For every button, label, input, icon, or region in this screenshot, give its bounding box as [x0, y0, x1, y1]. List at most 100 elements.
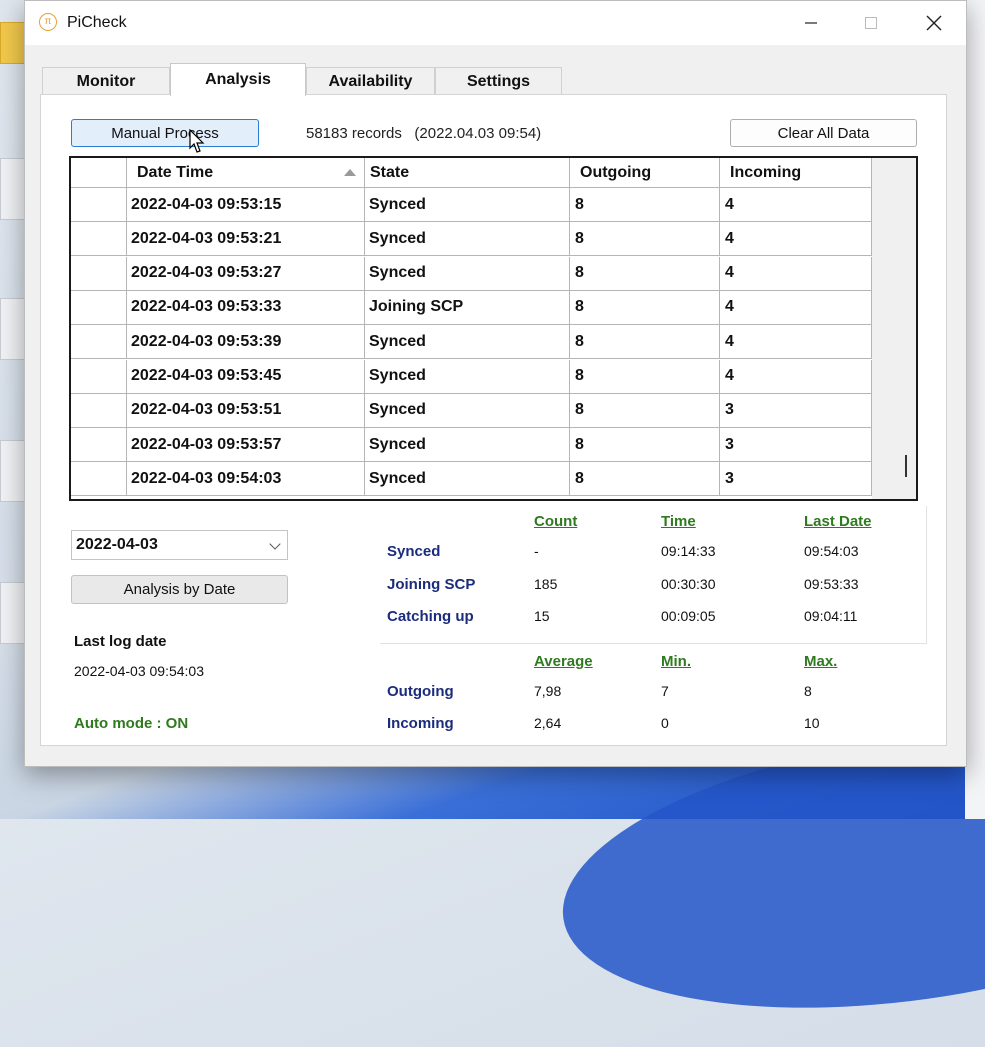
table-cell-outgoing[interactable]: 8 — [570, 256, 720, 291]
table-cell-outgoing[interactable]: 8 — [570, 290, 720, 325]
column-header-state[interactable]: State — [365, 158, 570, 188]
table-cell-datetime[interactable]: 2022-04-03 09:53:45 — [127, 359, 365, 394]
chevron-down-icon — [269, 538, 281, 550]
column-header-outgoing[interactable]: Outgoing — [570, 158, 720, 188]
table-cell-incoming[interactable]: 4 — [720, 256, 872, 291]
table-cell-datetime[interactable]: 2022-04-03 09:53:57 — [127, 428, 365, 463]
table-cell-datetime[interactable]: 2022-04-03 09:53:15 — [127, 188, 365, 222]
analysis-by-date-button[interactable]: Analysis by Date — [71, 575, 288, 604]
table-cell-outgoing[interactable]: 8 — [570, 188, 720, 222]
table-cell-state[interactable]: Synced — [365, 188, 570, 222]
table-cell-datetime[interactable]: 2022-04-03 09:53:33 — [127, 290, 365, 325]
tab-analysis[interactable]: Analysis — [170, 63, 306, 96]
stats-header-time[interactable]: Time — [661, 513, 696, 530]
peers-header-average[interactable]: Average — [534, 653, 593, 670]
catching-up-last-date: 09:04:11 — [804, 608, 858, 624]
date-select-value: 2022-04-03 — [76, 536, 158, 553]
table-cell-datetime[interactable]: 2022-04-03 09:53:51 — [127, 393, 365, 428]
row-header-corner — [71, 158, 127, 188]
maximize-button[interactable] — [841, 1, 901, 45]
table-cell-state[interactable]: Synced — [365, 359, 570, 394]
row-header[interactable] — [71, 188, 127, 222]
table-row[interactable]: 2022-04-03 09:53:57 Synced 8 3 — [71, 428, 872, 463]
title-bar: π PiCheck — [25, 1, 966, 45]
tab-monitor[interactable]: Monitor — [42, 67, 170, 95]
table-cell-state[interactable]: Joining SCP — [365, 290, 570, 325]
desktop-icon-5[interactable] — [0, 582, 26, 644]
row-header[interactable] — [71, 462, 127, 497]
row-header[interactable] — [71, 222, 127, 257]
joining-scp-last-date: 09:53:33 — [804, 576, 859, 592]
date-select[interactable]: 2022-04-03 — [71, 530, 288, 560]
pi-logo-icon: π — [39, 13, 57, 31]
table-cell-datetime[interactable]: 2022-04-03 09:53:27 — [127, 256, 365, 291]
row-header[interactable] — [71, 325, 127, 360]
row-header[interactable] — [71, 290, 127, 325]
table-cell-datetime[interactable]: 2022-04-03 09:53:21 — [127, 222, 365, 257]
column-header-incoming[interactable]: Incoming — [720, 158, 872, 188]
catching-up-time: 00:09:05 — [661, 608, 716, 624]
table-cell-outgoing[interactable]: 8 — [570, 462, 720, 497]
table-cell-incoming[interactable]: 3 — [720, 428, 872, 463]
records-grid[interactable]: Date Time State Outgoing Incoming 2022-0… — [69, 156, 918, 501]
table-cell-incoming[interactable]: 4 — [720, 290, 872, 325]
stats-header-last-date[interactable]: Last Date — [804, 513, 872, 530]
synced-count: - — [534, 543, 539, 559]
peer-name-outgoing: Outgoing — [387, 683, 454, 700]
table-cell-incoming[interactable]: 3 — [720, 462, 872, 497]
desktop-icon-3[interactable] — [0, 298, 26, 360]
table-cell-incoming[interactable]: 4 — [720, 222, 872, 257]
row-header[interactable] — [71, 359, 127, 394]
table-cell-state[interactable]: Synced — [365, 325, 570, 360]
tab-availability[interactable]: Availability — [306, 67, 435, 95]
peers-header-min[interactable]: Min. — [661, 653, 691, 670]
outgoing-min: 7 — [661, 683, 669, 699]
minimize-button[interactable] — [781, 1, 841, 45]
stats-header-count[interactable]: Count — [534, 513, 577, 530]
close-button[interactable] — [904, 1, 964, 45]
table-row[interactable]: 2022-04-03 09:53:15 Synced 8 4 — [71, 188, 872, 222]
table-cell-state[interactable]: Synced — [365, 256, 570, 291]
incoming-average: 2,64 — [534, 715, 562, 731]
table-row[interactable]: 2022-04-03 09:53:33 Joining SCP 8 4 — [71, 290, 872, 325]
incoming-max: 10 — [804, 715, 820, 731]
table-cell-outgoing[interactable]: 8 — [570, 325, 720, 360]
table-cell-incoming[interactable]: 3 — [720, 393, 872, 428]
catching-up-count: 15 — [534, 608, 550, 624]
row-header[interactable] — [71, 428, 127, 463]
row-header[interactable] — [71, 393, 127, 428]
table-cell-outgoing[interactable]: 8 — [570, 359, 720, 394]
table-cell-incoming[interactable]: 4 — [720, 188, 872, 222]
table-row[interactable]: 2022-04-03 09:53:39 Synced 8 4 — [71, 325, 872, 360]
clear-all-data-button[interactable]: Clear All Data — [730, 119, 917, 147]
table-cell-outgoing[interactable]: 8 — [570, 222, 720, 257]
table-cell-state[interactable]: Synced — [365, 428, 570, 463]
table-row[interactable]: 2022-04-03 09:53:45 Synced 8 4 — [71, 359, 872, 394]
grid-header-row: Date Time State Outgoing Incoming — [71, 158, 872, 192]
table-row[interactable]: 2022-04-03 09:53:51 Synced 8 3 — [71, 393, 872, 428]
table-cell-incoming[interactable]: 4 — [720, 359, 872, 394]
table-cell-outgoing[interactable]: 8 — [570, 428, 720, 463]
scrollbar-thumb[interactable] — [905, 455, 907, 477]
table-row[interactable]: 2022-04-03 09:54:03 Synced 8 3 — [71, 462, 872, 497]
table-cell-state[interactable]: Synced — [365, 222, 570, 257]
peer-name-incoming: Incoming — [387, 715, 454, 732]
grid-vertical-scrollbar[interactable] — [872, 158, 916, 499]
row-header[interactable] — [71, 256, 127, 291]
desktop-icon-1[interactable] — [0, 22, 26, 64]
desktop-icon-4[interactable] — [0, 440, 26, 502]
column-header-datetime[interactable]: Date Time — [127, 158, 365, 188]
table-row[interactable]: 2022-04-03 09:53:21 Synced 8 4 — [71, 222, 872, 257]
peers-header-max[interactable]: Max. — [804, 653, 837, 670]
table-cell-state[interactable]: Synced — [365, 462, 570, 497]
table-cell-datetime[interactable]: 2022-04-03 09:54:03 — [127, 462, 365, 497]
last-log-date-label: Last log date — [74, 633, 167, 650]
manual-process-button[interactable]: Manual Process — [71, 119, 259, 147]
table-cell-datetime[interactable]: 2022-04-03 09:53:39 — [127, 325, 365, 360]
table-cell-incoming[interactable]: 4 — [720, 325, 872, 360]
desktop-icon-2[interactable] — [0, 158, 26, 220]
table-row[interactable]: 2022-04-03 09:53:27 Synced 8 4 — [71, 256, 872, 291]
tab-settings[interactable]: Settings — [435, 67, 562, 95]
table-cell-outgoing[interactable]: 8 — [570, 393, 720, 428]
table-cell-state[interactable]: Synced — [365, 393, 570, 428]
